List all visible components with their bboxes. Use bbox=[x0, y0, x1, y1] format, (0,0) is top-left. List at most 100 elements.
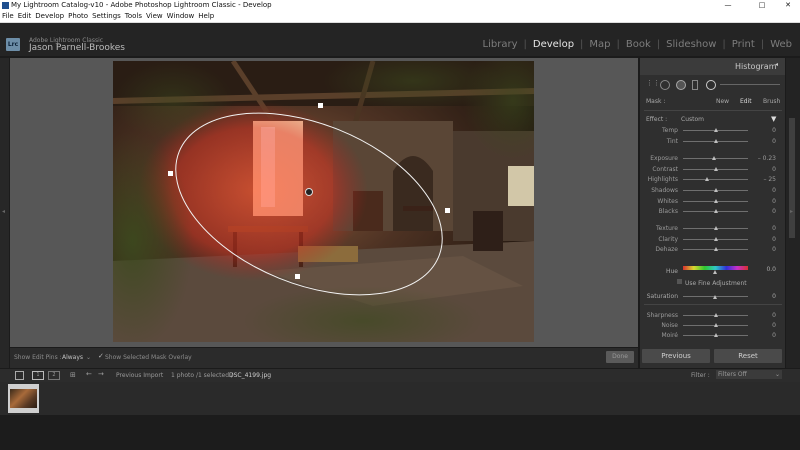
view-1-button[interactable]: 1 bbox=[32, 371, 44, 380]
slider-label: Noise bbox=[661, 322, 678, 329]
module-map[interactable]: Map bbox=[589, 39, 610, 50]
separator: | bbox=[722, 39, 726, 50]
mask-handle-left[interactable] bbox=[168, 171, 173, 176]
menu-tools[interactable]: Tools bbox=[125, 12, 142, 20]
spot-removal-icon[interactable] bbox=[676, 80, 686, 90]
grid-view-icon[interactable]: ⊞ bbox=[70, 371, 76, 379]
slider-thumb[interactable] bbox=[713, 237, 718, 241]
mask-handle-top[interactable] bbox=[318, 103, 323, 108]
filter-select[interactable]: Filters Off ⌄ bbox=[716, 370, 782, 379]
mask-edit-button[interactable]: Edit bbox=[740, 98, 752, 105]
slider-thumb[interactable] bbox=[713, 188, 718, 192]
slider-thumb[interactable] bbox=[713, 199, 718, 203]
overlay-label[interactable]: Show Selected Mask Overlay bbox=[105, 354, 192, 361]
collapse-right-icon[interactable]: ▸ bbox=[790, 208, 793, 215]
slider-value[interactable]: – 0.23 bbox=[756, 155, 776, 162]
slider-thumb[interactable] bbox=[713, 139, 718, 143]
expand-left-icon[interactable]: ◂ bbox=[2, 208, 5, 215]
view-2-button[interactable]: 2 bbox=[48, 371, 60, 380]
mask-pin-icon[interactable] bbox=[305, 188, 313, 196]
hue-value[interactable]: 0.0 bbox=[756, 266, 776, 273]
histogram-header[interactable]: Histogram ◂ bbox=[640, 58, 785, 75]
slider-track[interactable] bbox=[683, 179, 748, 180]
show-pins-select[interactable]: Always bbox=[62, 354, 83, 361]
slider-value[interactable]: 0 bbox=[756, 138, 776, 145]
previous-button[interactable]: Previous bbox=[642, 349, 710, 363]
slider-value[interactable]: 0 bbox=[756, 187, 776, 194]
slider-thumb[interactable] bbox=[713, 167, 718, 171]
menu-window[interactable]: Window bbox=[167, 12, 195, 20]
slider-thumb[interactable] bbox=[713, 247, 718, 251]
reset-button[interactable]: Reset bbox=[714, 349, 782, 363]
back-arrow-icon[interactable]: ← bbox=[86, 370, 92, 378]
panel-scrollbar[interactable]: ▸ bbox=[786, 58, 800, 368]
grid-icon[interactable]: ⋮⋮ bbox=[646, 79, 660, 87]
module-web[interactable]: Web bbox=[770, 39, 792, 50]
close-button[interactable]: ✕ bbox=[778, 0, 798, 11]
left-panel-collapsed[interactable]: ◂ bbox=[0, 58, 9, 368]
checkbox-icon[interactable]: ✓ bbox=[98, 352, 104, 360]
slider-thumb[interactable] bbox=[713, 128, 718, 132]
menu-settings[interactable]: Settings bbox=[92, 12, 121, 20]
mask-handle-right[interactable] bbox=[445, 208, 450, 213]
mask-brush-button[interactable]: Brush bbox=[763, 98, 780, 105]
develop-toolbar: Show Edit Pins : Always ⌄ ✓ Show Selecte… bbox=[10, 348, 638, 368]
saturation-value[interactable]: 0 bbox=[756, 293, 776, 300]
module-print[interactable]: Print bbox=[732, 39, 755, 50]
amount-track[interactable] bbox=[720, 84, 780, 85]
filmstrip-thumbnail[interactable] bbox=[8, 384, 39, 413]
slider-thumb[interactable] bbox=[713, 313, 718, 317]
slider-value[interactable]: 0 bbox=[756, 166, 776, 173]
scrollbar-thumb[interactable] bbox=[789, 118, 795, 238]
menu-file[interactable]: File bbox=[2, 12, 14, 20]
effect-collapse-icon[interactable]: ▼ bbox=[771, 115, 776, 123]
module-slideshow[interactable]: Slideshow bbox=[666, 39, 716, 50]
redeye-icon[interactable] bbox=[692, 80, 698, 90]
photo-preview[interactable] bbox=[113, 61, 534, 342]
slider-thumb[interactable] bbox=[705, 177, 710, 181]
user-name: Jason Parnell-Brookes bbox=[29, 43, 125, 53]
slider-value[interactable]: 0 bbox=[756, 236, 776, 243]
saturation-thumb[interactable] bbox=[713, 295, 717, 299]
hue-thumb[interactable] bbox=[713, 270, 717, 274]
slider-thumb[interactable] bbox=[713, 209, 718, 213]
slider-value[interactable]: 0 bbox=[756, 225, 776, 232]
menu-develop[interactable]: Develop bbox=[35, 12, 64, 20]
chevron-down-icon[interactable]: ⌄ bbox=[86, 354, 91, 361]
module-library[interactable]: Library bbox=[483, 39, 518, 50]
slider-thumb[interactable] bbox=[713, 333, 718, 337]
forward-arrow-icon[interactable]: → bbox=[98, 370, 104, 378]
tool-strip: ⋮⋮ bbox=[644, 79, 782, 91]
fine-adjust-checkbox[interactable] bbox=[677, 279, 682, 284]
slider-value[interactable]: 0 bbox=[756, 127, 776, 134]
slider-value[interactable]: 0 bbox=[756, 246, 776, 253]
menu-help[interactable]: Help bbox=[198, 12, 214, 20]
separator: | bbox=[616, 39, 620, 50]
collapse-arrow-icon[interactable]: ◂ bbox=[775, 61, 778, 68]
slider-value[interactable]: 0 bbox=[756, 332, 776, 339]
panel-toggle-icon[interactable] bbox=[15, 371, 24, 380]
slider-value[interactable]: – 25 bbox=[756, 176, 776, 183]
slider-value[interactable]: 0 bbox=[756, 198, 776, 205]
source-label[interactable]: Previous Import bbox=[116, 372, 163, 379]
masking-icon[interactable] bbox=[706, 80, 716, 90]
module-develop[interactable]: Develop bbox=[533, 39, 574, 50]
menu-edit[interactable]: Edit bbox=[18, 12, 32, 20]
mask-new-button[interactable]: New bbox=[716, 98, 729, 105]
slider-value[interactable]: 0 bbox=[756, 312, 776, 319]
effect-preset-select[interactable]: Custom bbox=[681, 116, 704, 123]
crop-icon[interactable] bbox=[660, 80, 670, 90]
module-book[interactable]: Book bbox=[626, 39, 651, 50]
menu-photo[interactable]: Photo bbox=[68, 12, 88, 20]
minimize-button[interactable]: — bbox=[718, 0, 738, 11]
slider-label: Temp bbox=[662, 127, 678, 134]
done-button[interactable]: Done bbox=[606, 351, 634, 363]
slider-thumb[interactable] bbox=[713, 226, 718, 230]
slider-value[interactable]: 0 bbox=[756, 208, 776, 215]
menu-view[interactable]: View bbox=[146, 12, 163, 20]
slider-thumb[interactable] bbox=[713, 323, 718, 327]
slider-thumb[interactable] bbox=[712, 156, 717, 160]
slider-value[interactable]: 0 bbox=[756, 322, 776, 329]
mask-handle-bottom[interactable] bbox=[295, 274, 300, 279]
maximize-button[interactable]: □ bbox=[752, 0, 772, 11]
